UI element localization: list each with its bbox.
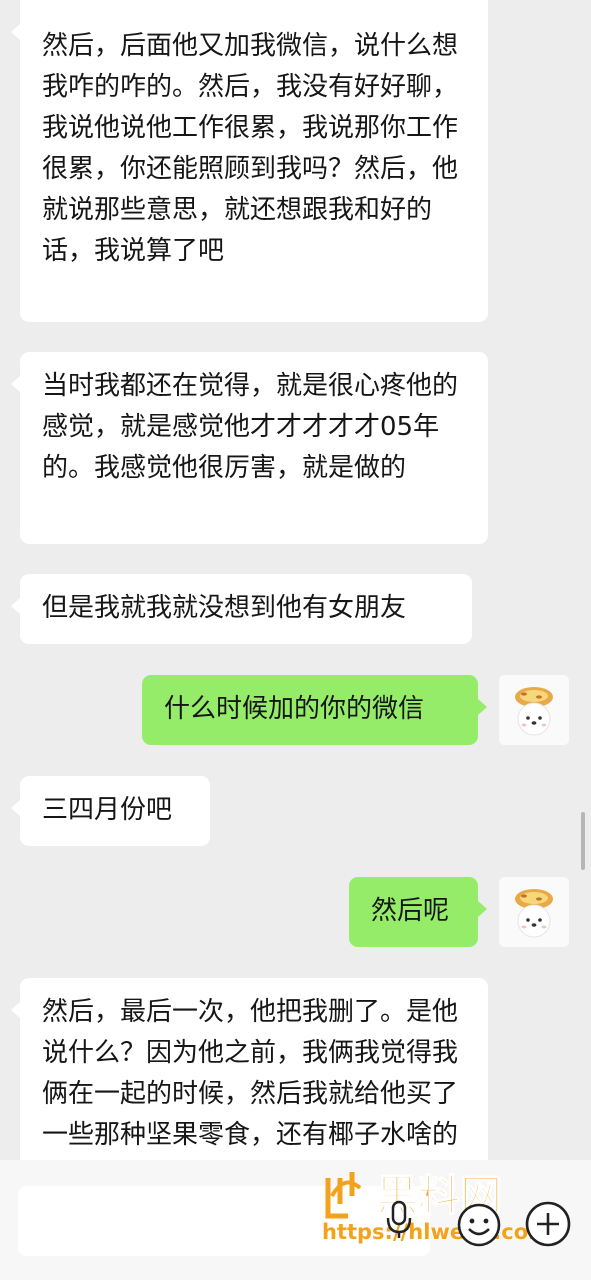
chat-area[interactable]: 然后，后面他又加我微信，说什么想我咋的咋的。然后，我没有好好聊，我说他说他工作很…	[0, 0, 591, 1160]
message-bubble-incoming[interactable]: 但是我就我就没想到他有女朋友	[11, 574, 472, 644]
message-bubble-outgoing[interactable]: 什么时候加的你的微信	[142, 675, 487, 745]
scrollbar[interactable]	[581, 812, 585, 870]
dog-with-egg-tart-avatar-icon	[499, 675, 569, 745]
microphone-icon[interactable]	[384, 1200, 414, 1240]
message-bubble-incoming[interactable]: 然后，最后一次，他把我删了。是他说什么？因为他之前，我俩我觉得我俩在一起的时候，…	[11, 978, 488, 1160]
message-text: 什么时候加的你的微信	[164, 694, 425, 724]
message-text: 但是我就我就没想到他有女朋友	[42, 593, 407, 623]
message-text: 然后，后面他又加我微信，说什么想我咋的咋的。然后，我没有好好聊，我说他说他工作很…	[42, 31, 459, 266]
message-text: 当时我都还在觉得，就是很心疼他的感觉，就是感觉他才才才才才05年的。我感觉他很厉…	[42, 371, 459, 483]
plus-button[interactable]	[524, 1200, 572, 1248]
dog-with-egg-tart-avatar-icon	[499, 877, 569, 947]
watermark-url: https://hlwe10.com	[322, 1220, 551, 1244]
message-text: 三四月份吧	[42, 795, 173, 825]
message-bubble-incoming[interactable]: 然后，后面他又加我微信，说什么想我咋的咋的。然后，我没有好好聊，我说他说他工作很…	[11, 0, 488, 322]
message-text: 然后，最后一次，他把我删了。是他说什么？因为他之前，我俩我觉得我俩在一起的时候，…	[42, 997, 459, 1150]
emoji-icon[interactable]	[456, 1202, 502, 1248]
avatar[interactable]	[499, 675, 569, 745]
message-bubble-outgoing[interactable]: 然后呢	[349, 877, 487, 947]
message-bubble-incoming[interactable]: 三四月份吧	[11, 776, 210, 846]
message-bubble-incoming[interactable]: 当时我都还在觉得，就是很心疼他的感觉，就是感觉他才才才才才05年的。我感觉他很厉…	[11, 352, 488, 544]
avatar[interactable]	[499, 877, 569, 947]
message-text: 然后呢	[371, 896, 450, 926]
